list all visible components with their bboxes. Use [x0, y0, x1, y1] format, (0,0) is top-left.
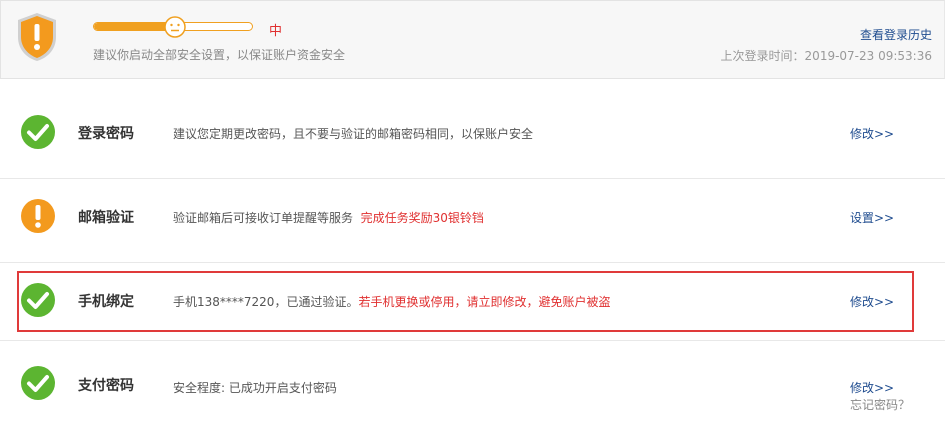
- modify-phone-link[interactable]: 修改>>: [850, 293, 894, 310]
- security-item-login-password: 登录密码 建议您定期更改密码，且不要与验证的邮箱密码相同，以保账户安全 修改>>: [0, 88, 945, 179]
- forgot-password-link[interactable]: 忘记密码？: [850, 396, 910, 413]
- security-item-email-verify: 邮箱验证 验证邮箱后可接收订单提醒等服务 完成任务奖励30银铃铛 设置>>: [0, 172, 945, 263]
- item-title: 登录密码: [78, 126, 134, 142]
- exclamation-circle-icon: [21, 199, 55, 233]
- login-history-link[interactable]: 查看登录历史: [860, 26, 932, 43]
- security-tip: 建议你启动全部安全设置，以保证账户资金安全: [93, 48, 346, 62]
- item-title: 支付密码: [78, 378, 134, 394]
- last-login-time: 上次登录时间：2019-07-23 09:53:36: [720, 49, 932, 63]
- item-description: 建议您定期更改密码，且不要与验证的邮箱密码相同，以保账户安全: [173, 127, 534, 141]
- neutral-face-icon: [164, 16, 186, 38]
- security-level-label: 中: [269, 24, 283, 39]
- modify-login-password-link[interactable]: 修改>>: [850, 125, 894, 142]
- check-circle-icon: [21, 115, 55, 149]
- item-title: 手机绑定: [78, 294, 134, 310]
- security-item-phone-binding: 手机绑定 手机138****7220，已通过验证。若手机更换或停用，请立即修改，…: [0, 271, 945, 332]
- item-description: 验证邮箱后可接收订单提醒等服务 完成任务奖励30银铃铛: [173, 211, 484, 225]
- item-description: 手机138****7220，已通过验证。若手机更换或停用，请立即修改，避免账户被…: [173, 295, 611, 309]
- security-level-header: 中 建议你启动全部安全设置，以保证账户资金安全 查看登录历史 上次登录时间：20…: [0, 0, 945, 79]
- modify-payment-password-link[interactable]: 修改>>: [850, 379, 894, 396]
- check-circle-icon: [21, 283, 55, 317]
- reward-text: 完成任务奖励30银铃铛: [360, 211, 484, 225]
- check-circle-icon: [21, 366, 55, 400]
- item-description: 安全程度: 已成功开启支付密码: [173, 381, 337, 395]
- phone-warning-text: 若手机更换或停用，请立即修改，避免账户被盗: [358, 295, 611, 309]
- setup-email-link[interactable]: 设置>>: [850, 209, 894, 226]
- security-item-payment-password: 支付密码 安全程度: 已成功开启支付密码 修改>> 忘记密码？: [0, 341, 945, 431]
- exclamation-shield-icon: [18, 13, 56, 61]
- item-title: 邮箱验证: [78, 210, 134, 226]
